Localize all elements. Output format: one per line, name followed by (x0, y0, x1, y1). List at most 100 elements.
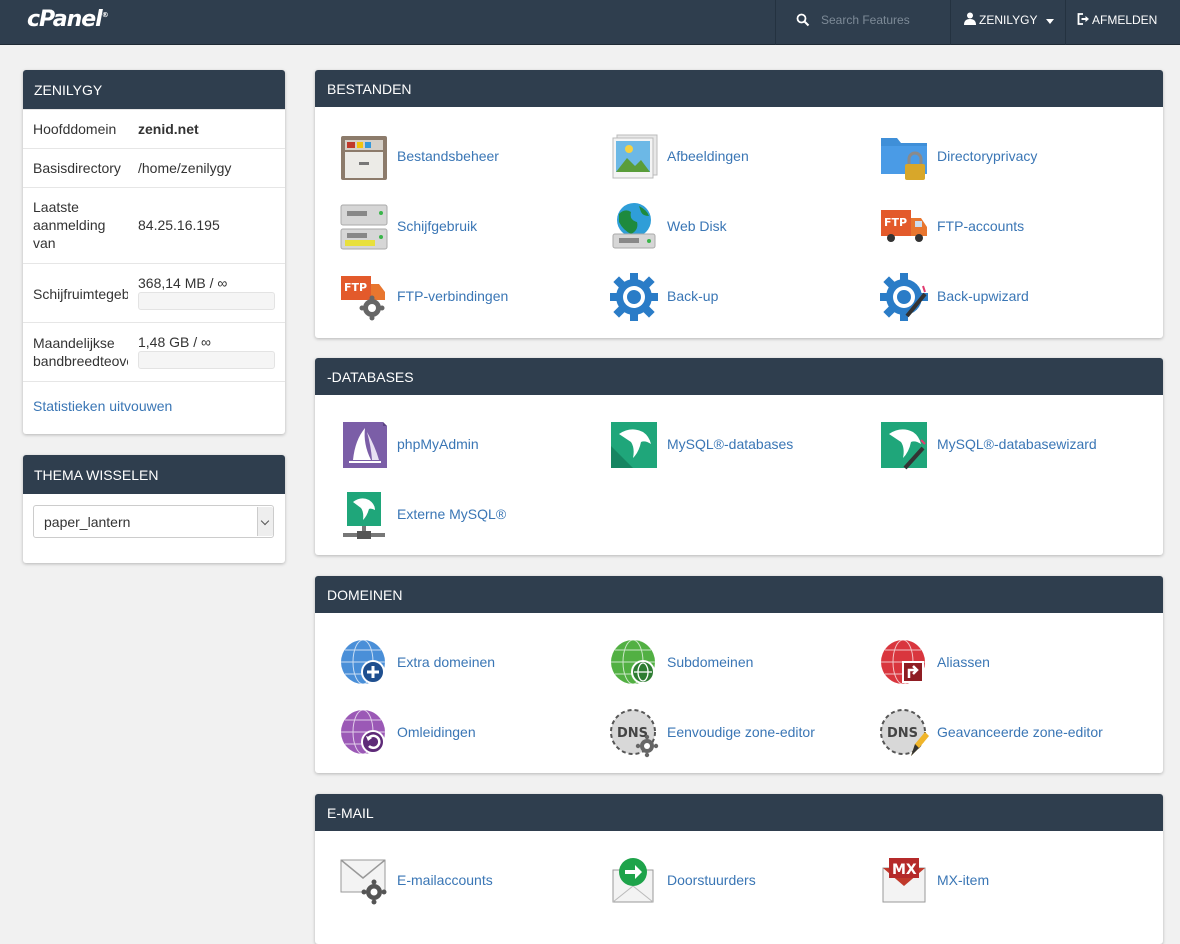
info-row-stats: Statistieken uitvouwen (23, 381, 285, 438)
feature-email-accounts[interactable]: E-mailaccounts (315, 856, 585, 906)
expand-stats-link[interactable]: Statistieken uitvouwen (33, 398, 172, 414)
user-icon (964, 12, 976, 25)
search-input[interactable]: Search Features (821, 13, 910, 27)
info-row-main-domain: Hoofddomein zenid.net (23, 109, 285, 148)
feature-backup[interactable]: Back-up (585, 272, 855, 322)
svg-text:MX: MX (892, 862, 917, 878)
section-title: BESTANDEN (315, 70, 1163, 107)
backup-gear-icon (610, 273, 658, 321)
feature-forwarders[interactable]: Doorstuurders (585, 856, 855, 906)
mysql-wizard-icon (881, 422, 927, 470)
phpmyadmin-sail-icon (343, 422, 387, 468)
chevron-down-icon (1046, 19, 1054, 24)
feature-disk-usage[interactable]: Schijfgebruik (315, 202, 585, 252)
feature-images[interactable]: Afbeeldingen (585, 132, 855, 182)
feature-subdomains[interactable]: Subdomeinen (585, 638, 855, 688)
feature-label: Eenvoudige zone-editor (667, 724, 815, 740)
svg-text:FTP: FTP (344, 281, 367, 294)
web-disk-icon (612, 203, 656, 249)
info-label: Laatste aanmelding van (33, 199, 106, 251)
mx-envelope-icon: MX (882, 858, 926, 903)
feature-label: Subdomeinen (667, 654, 754, 670)
feature-remote-mysql[interactable]: Externe MySQL® (315, 490, 585, 540)
account-info-panel: ZENILYGY Hoofddomein zenid.net Basisdire… (23, 70, 285, 434)
feature-web-disk[interactable]: Web Disk (585, 202, 855, 252)
theme-select[interactable]: paper_lantern (33, 505, 274, 538)
feature-mysql-databases[interactable]: MySQL®-databases (585, 420, 855, 470)
section-title: DOMEINEN (315, 576, 1163, 613)
disk-usage-progress (138, 292, 275, 310)
feature-directory-privacy[interactable]: Directoryprivacy (855, 132, 1125, 182)
ftp-connections-icon: FTP (341, 276, 385, 321)
info-label: Hoofddomein (33, 121, 117, 137)
cpanel-logo[interactable]: cPanel® (27, 7, 109, 32)
mysql-dolphin-icon (611, 422, 657, 468)
logout-label: AFMELDEN (1092, 13, 1158, 27)
theme-panel: THEMA WISSELEN paper_lantern (23, 455, 285, 563)
info-row-last-login: Laatste aanmelding van 84.25.16.195 (23, 187, 285, 263)
section-files: BESTANDEN Bestandsbeheer Afbeeldingen Di… (315, 70, 1163, 338)
feature-label: E-mailaccounts (397, 872, 493, 888)
file-cabinet-icon (341, 136, 387, 180)
info-row-bandwidth: Maandelijkse bandbreedteoverdracht 1,48 … (23, 322, 285, 381)
feature-label: Back-upwizard (937, 288, 1029, 304)
feature-label: Externe MySQL® (397, 506, 507, 522)
panel-title: THEMA WISSELEN (23, 455, 285, 494)
section-domains: DOMEINEN Extra domeinen Subdomeinen Alia… (315, 576, 1163, 773)
home-dir-value: /home/zenilygy (138, 160, 232, 176)
section-email: E-MAIL E-mailaccounts Doorstuurders MX M… (315, 794, 1163, 944)
info-row-disk-usage: Schijfruimtegebruik 368,14 MB / ∞ (23, 263, 285, 322)
feature-label: FTP-accounts (937, 218, 1025, 234)
feature-simple-zone-editor[interactable]: DNS Eenvoudige zone-editor (585, 708, 855, 758)
feature-addon-domains[interactable]: Extra domeinen (315, 638, 585, 688)
feature-phpmyadmin[interactable]: phpMyAdmin (315, 420, 585, 470)
envelope-forward-icon (612, 858, 654, 903)
feature-label: FTP-verbindingen (397, 288, 509, 304)
feature-label: Directoryprivacy (937, 148, 1038, 164)
logout-icon (1077, 13, 1089, 25)
info-label: Basisdirectory (33, 160, 121, 176)
remote-mysql-icon (343, 492, 385, 539)
last-login-ip-value: 84.25.16.195 (138, 217, 220, 233)
info-label: Schijfruimtegebruik (33, 286, 128, 302)
user-menu[interactable]: ZENILYGY (951, 0, 1065, 45)
feature-label: MySQL®-databases (667, 436, 794, 452)
main-domain-value: zenid.net (138, 121, 199, 137)
section-databases: -DATABASES phpMyAdmin MySQL®-databases M… (315, 358, 1163, 555)
feature-backup-wizard[interactable]: Back-upwizard (855, 272, 1125, 322)
ftp-truck-icon: FTP (881, 210, 927, 242)
username-label: ZENILYGY (979, 13, 1038, 27)
feature-redirects[interactable]: Omleidingen (315, 708, 585, 758)
top-navbar: cPanel® Search Features ZENILYGY AFMELDE… (0, 0, 1180, 45)
feature-label: Extra domeinen (397, 654, 496, 670)
dns-gear-icon: DNS (610, 709, 659, 758)
svg-text:DNS: DNS (617, 726, 648, 741)
folder-lock-icon (881, 138, 927, 180)
panel-title: ZENILYGY (23, 70, 285, 109)
feature-label: Afbeeldingen (667, 148, 749, 164)
disk-usage-icon (340, 204, 388, 250)
feature-mysql-wizard[interactable]: MySQL®-databasewizard (855, 420, 1125, 470)
section-title: E-MAIL (315, 794, 1163, 831)
chevron-down-icon (257, 507, 273, 536)
feature-ftp-accounts[interactable]: FTP FTP-accounts (855, 202, 1125, 252)
info-label: Maandelijkse bandbreedteoverdracht (33, 335, 128, 369)
search-features[interactable]: Search Features (776, 0, 950, 45)
images-icon (612, 134, 658, 179)
bandwidth-value: 1,48 GB / ∞ (138, 334, 212, 350)
globe-alias-icon (881, 639, 925, 685)
feature-label: Aliassen (937, 654, 990, 670)
feature-label: Bestandsbeheer (397, 148, 499, 164)
logout-button[interactable]: AFMELDEN (1066, 0, 1180, 45)
feature-aliases[interactable]: Aliassen (855, 638, 1125, 688)
feature-mx-entry[interactable]: MX MX-item (855, 856, 1125, 906)
feature-label: Geavanceerde zone-editor (937, 724, 1103, 740)
bandwidth-progress (138, 351, 275, 369)
backup-wizard-icon (880, 273, 928, 321)
globe-sub-icon (611, 639, 655, 685)
feature-ftp-connections[interactable]: FTP FTP-verbindingen (315, 272, 585, 322)
feature-advanced-zone-editor[interactable]: DNS Geavanceerde zone-editor (855, 708, 1125, 758)
feature-file-manager[interactable]: Bestandsbeheer (315, 132, 585, 182)
feature-label: Omleidingen (397, 724, 476, 740)
info-row-home-dir: Basisdirectory /home/zenilygy (23, 148, 285, 187)
